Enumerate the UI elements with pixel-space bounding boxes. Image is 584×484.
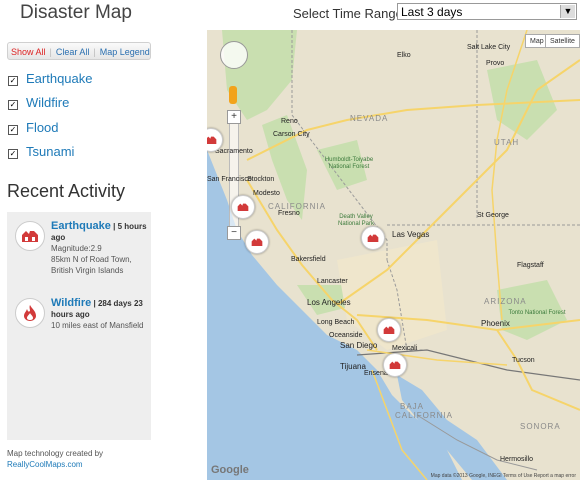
show-all-button[interactable]: Show All: [11, 47, 46, 57]
pan-control[interactable]: [220, 41, 248, 69]
checkbox[interactable]: ✓: [8, 100, 18, 110]
page-title: Disaster Map: [20, 2, 132, 23]
layer-tsunami[interactable]: ✓ Tsunami: [8, 144, 74, 159]
city-label: Lancaster: [317, 278, 348, 285]
state-label: SONORA: [520, 422, 561, 431]
city-label: Fresno: [278, 210, 300, 217]
earthquake-marker[interactable]: [245, 230, 269, 254]
activity-text: Earthquake | 5 hours ago Magnitude:2.9 8…: [51, 221, 151, 276]
map-footer: Map data ©2013 Google, INEGI Terms of Us…: [430, 473, 576, 479]
layer-wildfire[interactable]: ✓ Wildfire: [8, 95, 69, 110]
activity-type-link[interactable]: Wildfire: [51, 297, 91, 309]
state-label: ARIZONA: [484, 297, 527, 306]
recent-activity-heading: Recent Activity: [7, 181, 126, 201]
city-label: Hermosillo: [500, 456, 534, 463]
activity-type-link[interactable]: Earthquake: [51, 220, 111, 232]
google-logo: Google: [211, 464, 249, 476]
layer-earthquake[interactable]: ✓ Earthquake: [8, 71, 93, 86]
pegman-icon[interactable]: [229, 86, 237, 104]
state-label: NEVADA: [350, 114, 389, 123]
city-label: Long Beach: [317, 319, 355, 326]
city-label: Carson City: [273, 131, 310, 138]
map[interactable]: Map Satellite + − NEVADA UTAH CALIFORNIA…: [207, 30, 580, 480]
city-label: Elko: [397, 52, 411, 59]
layer-label: Earthquake: [26, 71, 93, 86]
city-label: Tucson: [512, 357, 535, 364]
earthquake-marker[interactable]: [383, 353, 407, 377]
time-range-label: Select Time Range:: [293, 6, 407, 21]
layer-toolbar: Show All | Clear All | Map Legend: [7, 42, 151, 60]
city-label: Oceanside: [329, 332, 363, 339]
state-label: BAJA CALIFORNIA: [395, 402, 454, 420]
city-label: Stockton: [247, 176, 275, 183]
city-label: Tijuana: [340, 362, 366, 371]
map-background: [207, 30, 580, 480]
zoom-slider[interactable]: [229, 110, 239, 238]
earthquake-icon: [15, 221, 45, 251]
zoom-out-button[interactable]: −: [227, 226, 241, 240]
city-label: San Francisco: [207, 176, 252, 183]
zoom-in-button[interactable]: +: [227, 110, 241, 124]
city-label: Modesto: [253, 190, 280, 197]
activity-detail: 85km N of Road Town, British Virgin Isla…: [51, 255, 132, 275]
activity-detail: Magnitude:2.9: [51, 244, 102, 253]
checkbox[interactable]: ✓: [8, 149, 18, 159]
chevron-down-icon: ▼: [560, 5, 575, 18]
state-label: UTAH: [494, 138, 520, 147]
city-label: Bakersfield: [291, 256, 326, 263]
checkbox[interactable]: ✓: [8, 125, 18, 135]
recent-activity-panel: Earthquake | 5 hours ago Magnitude:2.9 8…: [7, 212, 151, 440]
park-label: Tonto National Forest: [508, 310, 566, 316]
city-label: Reno: [281, 118, 298, 125]
satellite-type-button[interactable]: Satellite: [545, 34, 580, 48]
park-label: Humboldt-Toiyabe National Forest: [324, 157, 374, 170]
earthquake-marker[interactable]: [361, 226, 385, 250]
activity-detail: 10 miles east of Mansfield: [51, 321, 144, 330]
layer-label: Wildfire: [26, 95, 70, 110]
credit-text: Map technology created by: [7, 449, 104, 458]
layer-label: Tsunami: [26, 144, 75, 159]
map-legend-button[interactable]: Map Legend: [100, 47, 150, 57]
city-label: St George: [477, 212, 509, 219]
city-label: Las Vegas: [392, 230, 430, 239]
credit: Map technology created by ReallyCoolMaps…: [7, 448, 103, 470]
credit-link[interactable]: ReallyCoolMaps.com: [7, 460, 83, 469]
city-label: Los Angeles: [307, 298, 351, 307]
clear-all-button[interactable]: Clear All: [56, 47, 90, 57]
city-label: Provo: [486, 60, 505, 67]
earthquake-marker[interactable]: [231, 195, 255, 219]
earthquake-marker[interactable]: [377, 318, 401, 342]
layer-label: Flood: [26, 120, 59, 135]
checkbox[interactable]: ✓: [8, 76, 18, 86]
city-label: San Diego: [340, 341, 378, 350]
wildfire-icon: [15, 298, 45, 328]
city-label: Sacramento: [215, 148, 253, 155]
city-label: Salt Lake City: [467, 44, 511, 51]
activity-text: Wildfire | 284 days 23 hours ago 10 mile…: [51, 298, 151, 331]
time-range-select[interactable]: Last 3 days ▼: [397, 3, 577, 20]
city-label: Mexicali: [392, 345, 418, 352]
layer-flood[interactable]: ✓ Flood: [8, 120, 59, 135]
city-label: Flagstaff: [517, 262, 544, 269]
city-label: Phoenix: [481, 319, 510, 328]
time-range-value: Last 3 days: [401, 5, 463, 19]
